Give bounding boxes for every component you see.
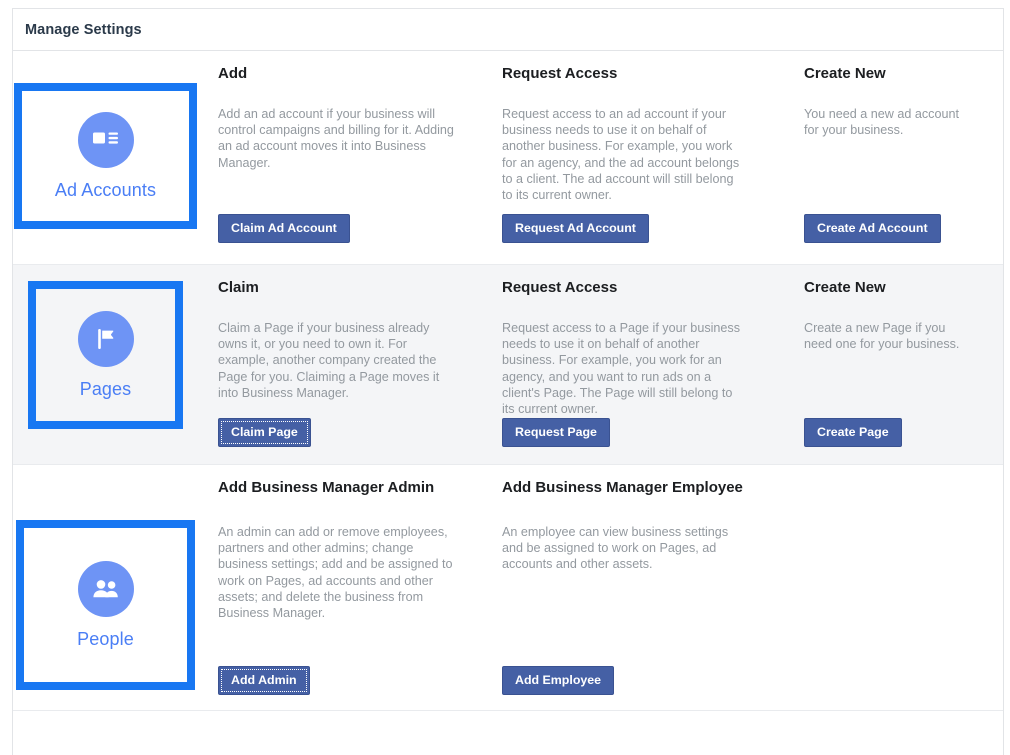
people-tile-label: People — [77, 629, 134, 650]
pages-tile-label: Pages — [80, 379, 132, 400]
request-ad-account-button[interactable]: Request Ad Account — [502, 214, 649, 243]
column-title: Add Business Manager Employee — [502, 477, 752, 498]
button-wrapper: Claim Ad Account — [218, 214, 350, 243]
button-wrapper: Add Employee — [502, 666, 614, 695]
ad-accounts-create-column: Create New You need a new ad account for… — [804, 51, 1004, 264]
ad-accounts-tile-label: Ad Accounts — [55, 180, 156, 201]
flag-icon — [78, 311, 134, 367]
create-page-button[interactable]: Create Page — [804, 418, 902, 447]
settings-row-pages: Pages Claim Claim a Page if your busines… — [13, 265, 1003, 465]
column-title: Create New — [804, 277, 1004, 298]
pages-request-column: Request Access Request access to a Page … — [502, 265, 804, 464]
people-icon — [78, 561, 134, 617]
button-wrapper: Add Admin — [218, 666, 310, 695]
pages-create-column: Create New Create a new Page if you need… — [804, 265, 1004, 464]
pages-tile-highlight[interactable]: Pages — [28, 281, 183, 429]
column-title: Add — [218, 63, 468, 84]
request-page-button[interactable]: Request Page — [502, 418, 610, 447]
button-wrapper: Create Ad Account — [804, 214, 941, 243]
panel-header: Manage Settings — [13, 9, 1003, 51]
people-add-employee-column: Add Business Manager Employee An employe… — [502, 465, 804, 710]
ad-accounts-add-column: Add Add an ad account if your business w… — [218, 51, 502, 264]
people-empty-column — [804, 465, 1004, 710]
ad-accounts-tile[interactable]: Ad Accounts — [22, 91, 189, 221]
add-admin-button[interactable]: Add Admin — [218, 666, 310, 695]
asset-tile-column: People — [13, 465, 218, 710]
column-title: Request Access — [502, 63, 752, 84]
column-description: An admin can add or remove employees, pa… — [218, 524, 456, 621]
claim-ad-account-button[interactable]: Claim Ad Account — [218, 214, 350, 243]
ad-account-icon — [78, 112, 134, 168]
column-description: An employee can view business settings a… — [502, 524, 740, 573]
create-ad-account-button[interactable]: Create Ad Account — [804, 214, 941, 243]
column-description: Claim a Page if your business already ow… — [218, 320, 456, 401]
add-employee-button[interactable]: Add Employee — [502, 666, 614, 695]
column-description: Request access to an ad account if your … — [502, 106, 740, 203]
settings-panel: Manage Settings Ad A — [12, 8, 1004, 755]
button-wrapper: Request Ad Account — [502, 214, 649, 243]
button-wrapper: Create Page — [804, 418, 902, 447]
column-description: Add an ad account if your business will … — [218, 106, 456, 171]
pages-tile[interactable]: Pages — [36, 289, 175, 421]
ad-accounts-tile-highlight[interactable]: Ad Accounts — [14, 83, 197, 229]
pages-claim-column: Claim Claim a Page if your business alre… — [218, 265, 502, 464]
settings-row-ad-accounts: Ad Accounts Add Add an ad account if you… — [13, 51, 1003, 265]
column-description: Create a new Page if you need one for yo… — [804, 320, 964, 352]
asset-tile-column: Ad Accounts — [13, 51, 218, 264]
page-title: Manage Settings — [25, 22, 142, 38]
column-title: Request Access — [502, 277, 752, 298]
settings-row-people: People Add Business Manager Admin An adm… — [13, 465, 1003, 711]
people-add-admin-column: Add Business Manager Admin An admin can … — [218, 465, 502, 710]
ad-accounts-request-column: Request Access Request access to an ad a… — [502, 51, 804, 264]
claim-page-button[interactable]: Claim Page — [218, 418, 311, 447]
column-description: Request access to a Page if your busines… — [502, 320, 740, 417]
button-wrapper: Claim Page — [218, 418, 311, 447]
people-tile-highlight[interactable]: People — [16, 520, 195, 690]
manage-settings-page: Manage Settings Ad A — [0, 0, 1010, 755]
people-tile[interactable]: People — [24, 528, 187, 682]
column-title: Create New — [804, 63, 1004, 84]
asset-tile-column: Pages — [13, 265, 218, 464]
column-title: Add Business Manager Admin — [218, 477, 468, 498]
column-title: Claim — [218, 277, 468, 298]
button-wrapper: Request Page — [502, 418, 610, 447]
column-description: You need a new ad account for your busin… — [804, 106, 964, 138]
